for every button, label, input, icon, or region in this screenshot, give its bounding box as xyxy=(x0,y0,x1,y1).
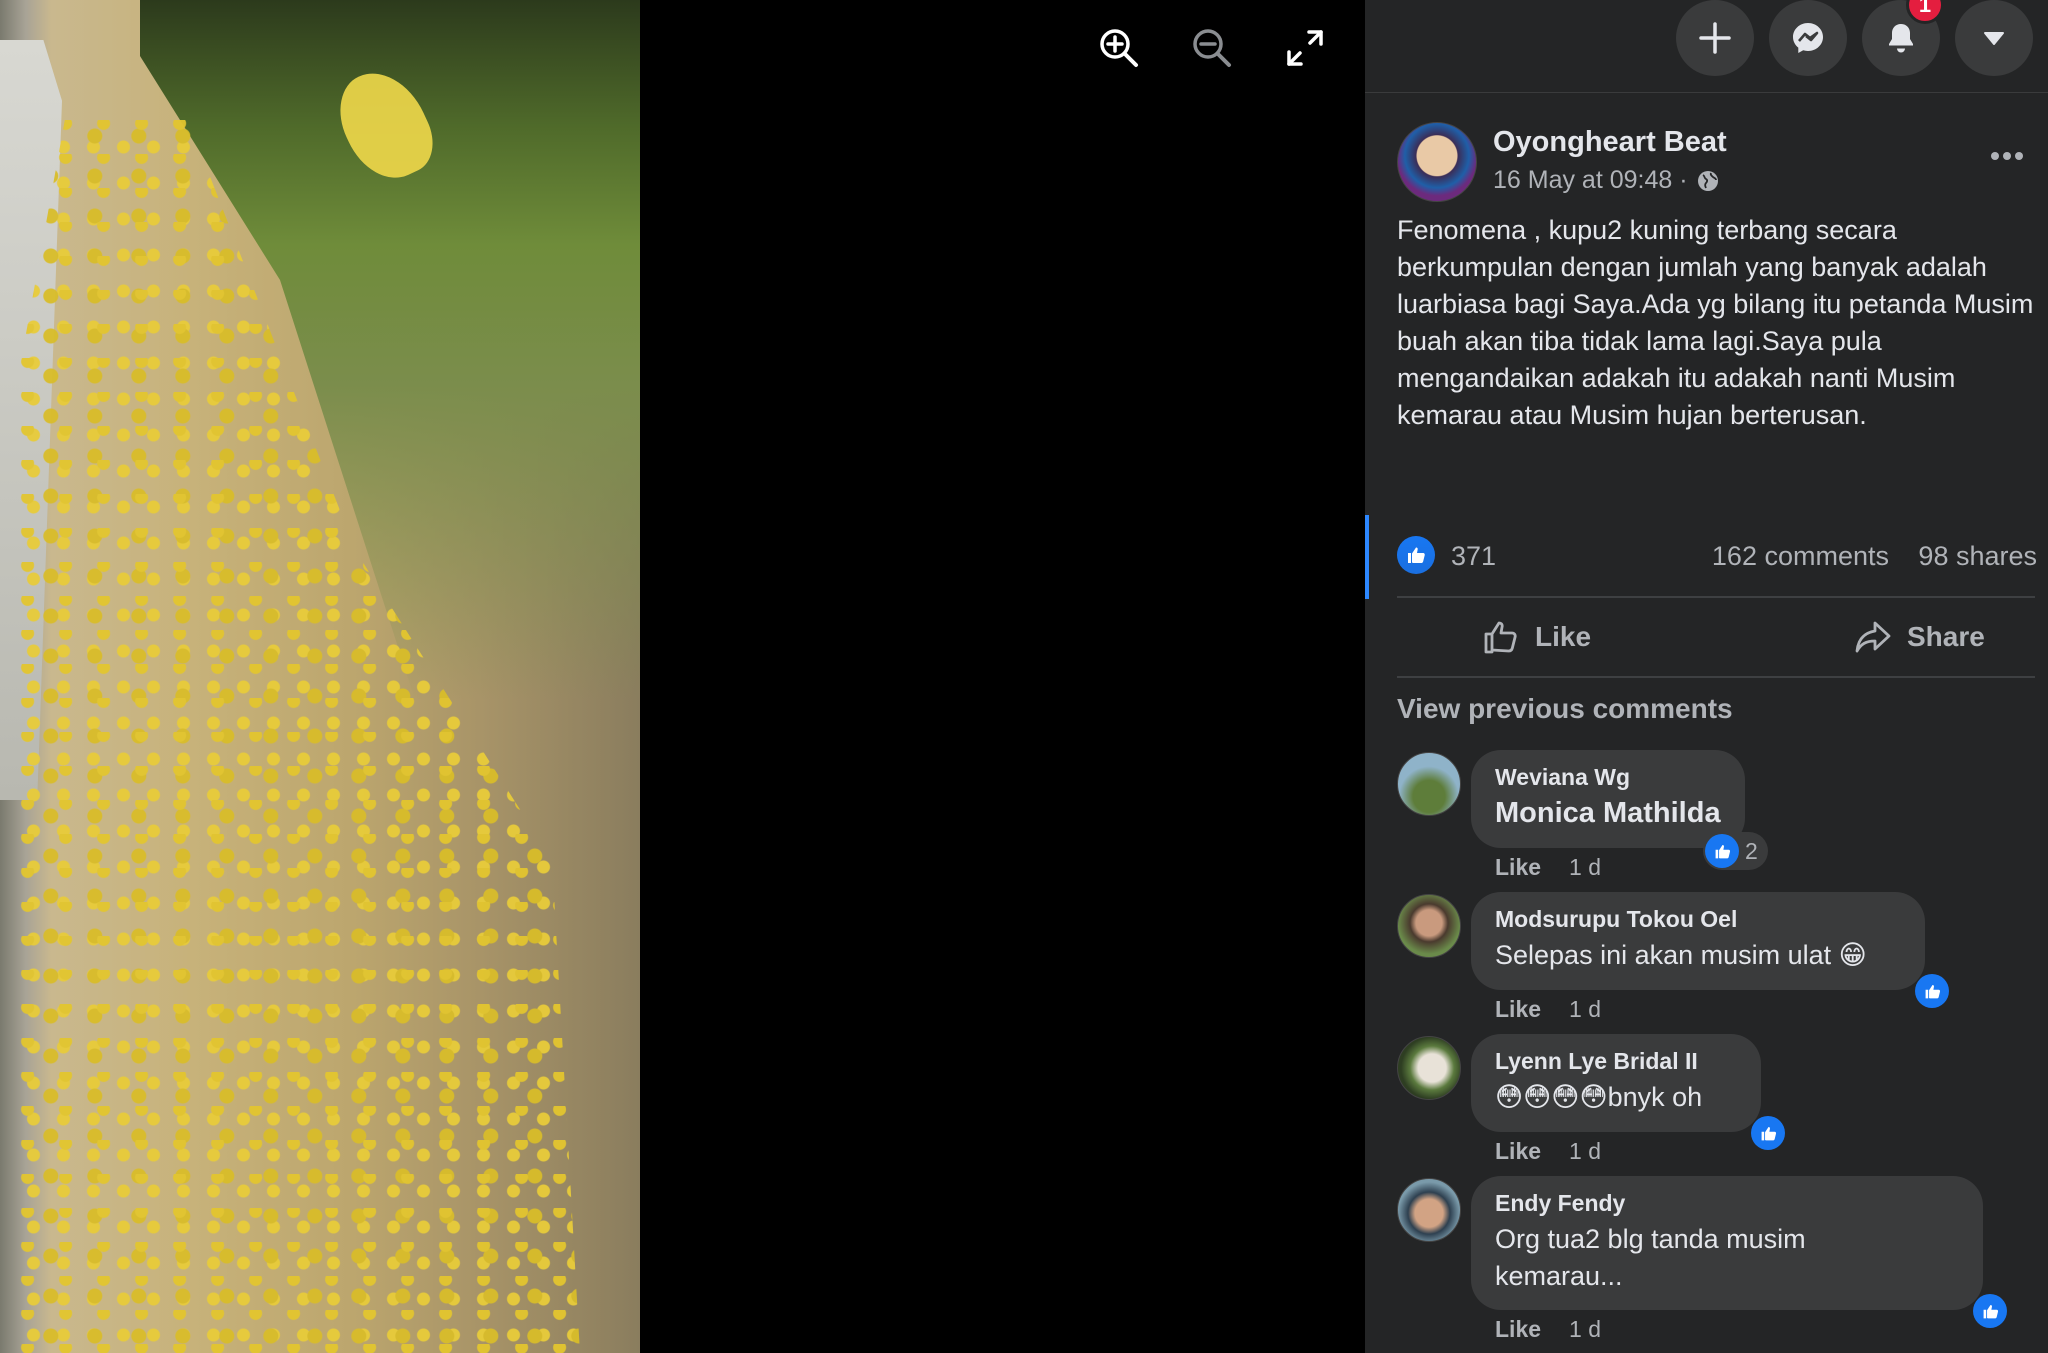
plus-icon xyxy=(1699,22,1731,54)
like-button-label: Like xyxy=(1535,621,1592,652)
comment-reactions[interactable] xyxy=(1749,1114,1787,1152)
commenter-avatar[interactable] xyxy=(1397,1178,1461,1242)
commenter-avatar[interactable] xyxy=(1397,1036,1461,1100)
like-reaction-icon[interactable] xyxy=(1397,536,1435,574)
comment-time[interactable]: 1 d xyxy=(1569,996,1601,1023)
comment-like-button[interactable]: Like xyxy=(1495,854,1541,881)
facebook-photo-viewer: 1 Oyongheart Beat 16 May at 09:48 · Feno… xyxy=(0,0,2048,1353)
like-button[interactable]: Like xyxy=(1481,602,1591,672)
comment-footer: Like 1 d xyxy=(1495,1138,1601,1165)
comment-item: Modsurupu Tokou Oel Selepas ini akan mus… xyxy=(1397,892,2037,1022)
post-actions: Like Share xyxy=(1397,602,2037,672)
comment-reactions[interactable] xyxy=(1971,1292,2009,1330)
shares-count[interactable]: 98 shares xyxy=(1918,541,2037,572)
more-horizontal-icon xyxy=(1991,152,2023,160)
comment-text[interactable]: Org tua2 blg tanda musim kemarau... xyxy=(1495,1221,1895,1295)
comment-like-button[interactable]: Like xyxy=(1495,996,1541,1023)
comment-item: Lyenn Lye Bridal II 😳😳😳😳bnyk oh Like 1 d xyxy=(1397,1034,2037,1164)
post-options-button[interactable] xyxy=(1977,136,2037,176)
comment-text[interactable]: 😳😳😳😳bnyk oh xyxy=(1495,1079,1737,1116)
post-meta: 16 May at 09:48 · xyxy=(1493,166,1720,195)
reactions-count[interactable]: 371 xyxy=(1451,541,1496,572)
comment-reactions[interactable] xyxy=(1913,972,1951,1010)
thumbs-up-icon xyxy=(1715,844,1730,858)
post-side-panel: 1 Oyongheart Beat 16 May at 09:48 · Feno… xyxy=(1365,0,2048,1353)
comment-bubble: Weviana Wg Monica Mathilda xyxy=(1471,750,1745,848)
comment-bubble: Modsurupu Tokou Oel Selepas ini akan mus… xyxy=(1471,892,1925,990)
share-button-label: Share xyxy=(1907,621,1985,652)
like-reaction-icon xyxy=(1705,834,1739,868)
zoom-out-icon xyxy=(1193,29,1231,67)
commenter-name[interactable]: Lyenn Lye Bridal II xyxy=(1495,1048,1737,1075)
comment-time[interactable]: 1 d xyxy=(1569,1316,1601,1343)
focus-accent-bar xyxy=(1365,515,1369,599)
comment-footer: Like 1 d xyxy=(1495,996,1601,1023)
bell-icon xyxy=(1889,24,1913,53)
zoom-out-button[interactable] xyxy=(1188,24,1236,72)
commenter-avatar[interactable] xyxy=(1397,894,1461,958)
create-button[interactable] xyxy=(1676,0,1754,76)
actions-divider xyxy=(1397,676,2035,678)
comments-count[interactable]: 162 comments xyxy=(1712,541,1889,572)
post-stats: 371 162 comments 98 shares xyxy=(1397,530,2037,582)
zoom-in-button[interactable] xyxy=(1095,24,1143,72)
stats-divider xyxy=(1397,596,2035,598)
photo-viewer xyxy=(0,0,1365,1353)
comment-bubble: Endy Fendy Org tua2 blg tanda musim kema… xyxy=(1471,1176,1983,1310)
thumbs-up-icon xyxy=(1983,1304,1998,1318)
commenter-name[interactable]: Endy Fendy xyxy=(1495,1190,1959,1217)
like-reaction-icon xyxy=(1751,1116,1785,1150)
zoom-in-icon xyxy=(1100,29,1138,67)
like-reaction-icon xyxy=(1973,1294,2007,1328)
caret-down-icon xyxy=(1984,32,2004,45)
share-button[interactable]: Share xyxy=(1853,602,1985,672)
commenter-avatar[interactable] xyxy=(1397,752,1461,816)
messenger-button[interactable] xyxy=(1769,0,1847,76)
comment-item: Endy Fendy Org tua2 blg tanda musim kema… xyxy=(1397,1176,2037,1353)
comment-like-button[interactable]: Like xyxy=(1495,1138,1541,1165)
comment-footer: Like 1 d xyxy=(1495,1316,1601,1343)
commenter-name[interactable]: Weviana Wg xyxy=(1495,764,1721,791)
post-header: Oyongheart Beat 16 May at 09:48 · xyxy=(1397,122,2037,202)
account-menu-button[interactable] xyxy=(1955,0,2033,76)
post-photo[interactable] xyxy=(0,0,640,1353)
comment-item: Weviana Wg Monica Mathilda 2 Like 1 d xyxy=(1397,750,2037,880)
comment-reaction-count: 2 xyxy=(1745,837,1758,864)
comment-time[interactable]: 1 d xyxy=(1569,854,1601,881)
messenger-icon xyxy=(1793,23,1823,53)
thumbs-up-icon xyxy=(1408,547,1425,563)
top-bar: 1 xyxy=(1365,0,2048,88)
share-arrow-icon xyxy=(1855,621,1891,653)
commenter-name[interactable]: Modsurupu Tokou Oel xyxy=(1495,906,1901,933)
post-date[interactable]: 16 May at 09:48 · xyxy=(1493,166,1688,195)
post-text: Fenomena , kupu2 kuning terbang secara b… xyxy=(1397,215,2034,430)
thumbs-up-icon xyxy=(1925,984,1940,998)
thumbs-up-icon xyxy=(1761,1126,1776,1140)
comment-time[interactable]: 1 d xyxy=(1569,1138,1601,1165)
fullscreen-icon xyxy=(1287,30,1323,66)
thumbs-up-outline-icon xyxy=(1484,621,1517,654)
comment-like-button[interactable]: Like xyxy=(1495,1316,1541,1343)
comment-reactions[interactable]: 2 xyxy=(1703,832,1768,870)
globe-icon xyxy=(1697,170,1718,191)
author-avatar[interactable] xyxy=(1397,122,1477,202)
notifications-button[interactable]: 1 xyxy=(1862,0,1944,76)
like-reaction-icon xyxy=(1915,974,1949,1008)
view-previous-comments-link[interactable]: View previous comments xyxy=(1397,693,1733,725)
comment-text[interactable]: Monica Mathilda xyxy=(1495,795,1721,832)
comment-text[interactable]: Selepas ini akan musim ulat 😁 xyxy=(1495,937,1901,974)
fullscreen-button[interactable] xyxy=(1281,24,1329,72)
top-divider xyxy=(1365,92,2048,93)
comment-footer: Like 1 d xyxy=(1495,854,1601,881)
author-name[interactable]: Oyongheart Beat xyxy=(1493,126,1727,159)
comment-bubble: Lyenn Lye Bridal II 😳😳😳😳bnyk oh xyxy=(1471,1034,1761,1132)
